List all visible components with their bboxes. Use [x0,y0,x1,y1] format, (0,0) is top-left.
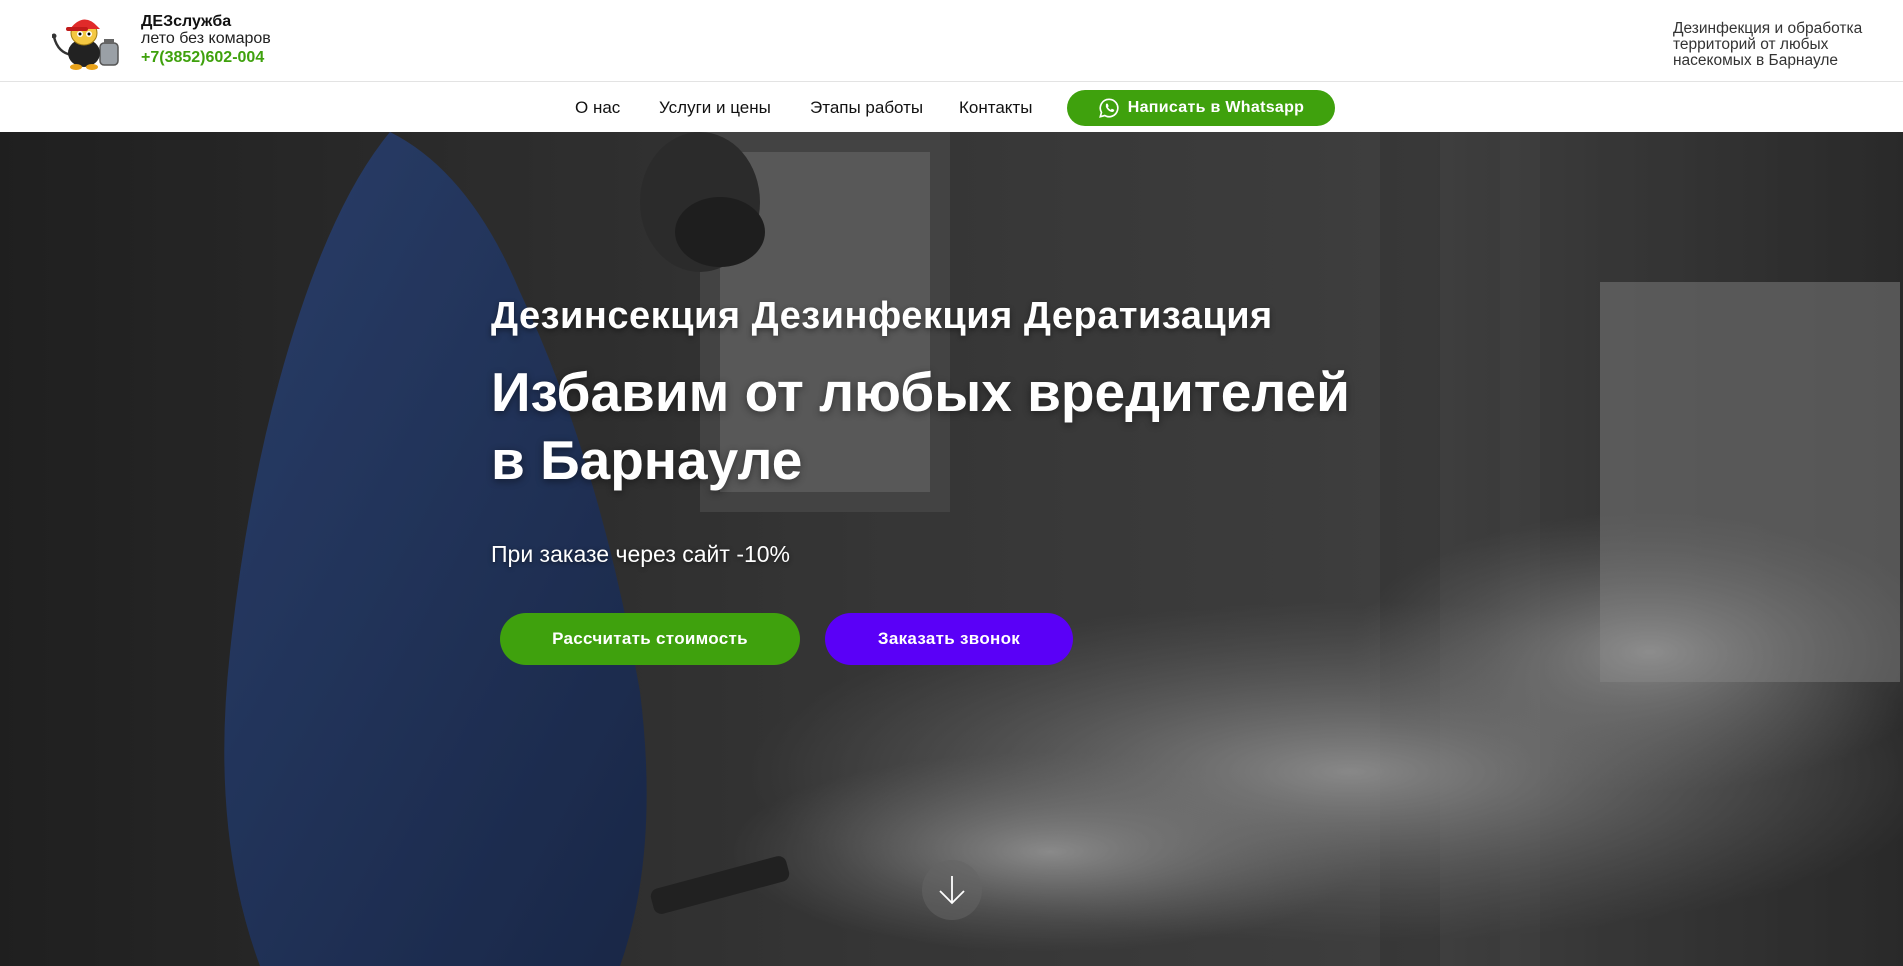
whatsapp-button-label: Написать в Whatsapp [1127,99,1305,116]
hero-subtitle: При заказе через сайт -10% [491,541,791,567]
header-description: Дезинфекция и обработка территорий от лю… [1673,20,1863,69]
brand-block: ДЕЗслужба лето без комаров +7(3852)602-0… [141,13,271,67]
calculate-price-button[interactable]: Рассчитать стоимость [500,613,800,665]
arrow-down-icon [939,876,965,905]
hero-title: Избавим от любых вредителей в Барнауле [491,361,1350,491]
scroll-down-button[interactable] [922,860,982,920]
brand-name[interactable]: ДЕЗслужба [141,13,271,31]
hero-background-image [0,132,1903,966]
whatsapp-button[interactable]: Написать в Whatsapp [1067,90,1335,126]
nav-item-services[interactable]: Услуги и цены [659,98,771,118]
brand-slogan: лето без комаров [141,30,271,47]
phone-link[interactable]: +7(3852)602-004 [141,49,271,67]
whatsapp-icon [1098,98,1119,118]
nav-item-contacts[interactable]: Контакты [959,98,1032,118]
hero-supertitle: Дезинсекция Дезинфекция Дератизация [491,295,1273,337]
nav-item-stages[interactable]: Этапы работы [810,98,923,118]
request-call-button[interactable]: Заказать звонок [825,613,1073,665]
site-header: ДЕЗслужба лето без комаров +7(3852)602-0… [0,0,1903,82]
exterminator-mascot-icon[interactable] [52,9,126,71]
main-nav: О нас Услуги и цены Этапы работы Контакт… [0,82,1903,132]
nav-item-about[interactable]: О нас [575,98,620,118]
hero-section: Дезинсекция Дезинфекция Дератизация Изба… [0,132,1903,966]
